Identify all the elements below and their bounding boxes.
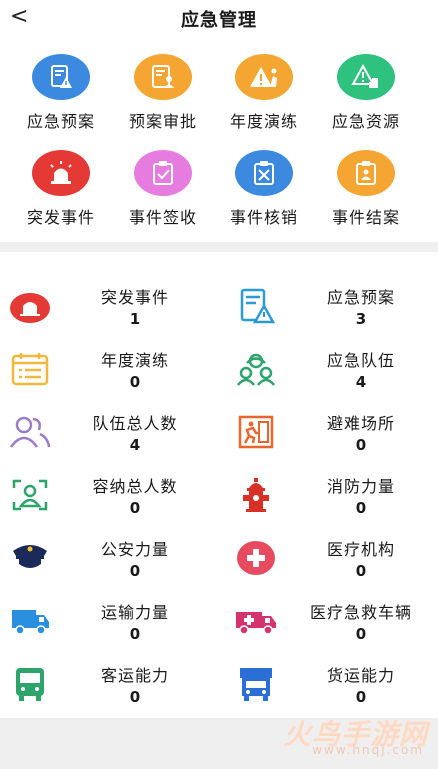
team-icon	[234, 349, 278, 389]
grid-label: 预案审批	[128, 112, 197, 131]
drill-warning-icon	[235, 54, 293, 100]
stat-label: 公安力量	[100, 540, 169, 559]
medical-cross-icon	[234, 538, 278, 578]
stat-transport-force[interactable]: 运输力量 0	[0, 595, 210, 651]
stat-value: 0	[355, 499, 367, 517]
grid-item-incident[interactable]: 突发事件	[11, 150, 111, 240]
stat-label: 消防力量	[326, 477, 395, 496]
stat-value: 0	[355, 625, 367, 643]
stat-value: 4	[355, 373, 367, 391]
stat-team-members[interactable]: 队伍总人数 4	[0, 406, 210, 462]
ambulance-icon	[234, 601, 278, 641]
stat-annual-drill[interactable]: 年度演练 0	[0, 343, 210, 399]
grid-label: 事件结案	[331, 208, 400, 227]
stat-ambulance[interactable]: 医疗急救车辆 0	[226, 595, 436, 651]
stat-value: 1	[129, 310, 141, 328]
stat-emergency-team[interactable]: 应急队伍 4	[226, 343, 436, 399]
siren-icon	[8, 286, 52, 326]
stat-value: 0	[355, 436, 367, 454]
stat-value: 0	[355, 688, 367, 706]
stat-capacity[interactable]: 容纳总人数 0	[0, 469, 210, 525]
stat-freight-capacity[interactable]: 货运能力 0	[226, 658, 436, 714]
transport-truck-icon	[8, 601, 52, 641]
approval-doc-icon	[134, 54, 192, 100]
nav-bar: < 应急管理	[0, 0, 438, 34]
shelter-exit-icon	[234, 412, 278, 452]
stats-panel: 突发事件 1 应急预案 3 年度演练 0 应急队伍 4 队伍总人数 4 避难场所	[0, 252, 438, 718]
watermark: 火鸟手游网 www.hnqj.com	[278, 713, 428, 759]
stat-label: 年度演练	[100, 351, 169, 370]
stat-medical-institution[interactable]: 医疗机构 0	[226, 532, 436, 588]
plan-document-icon	[234, 286, 278, 326]
stat-shelter[interactable]: 避难场所 0	[226, 406, 436, 462]
function-grid: 应急预案 预案审批 年度演练 应急资源 突发事件 事件签收 事件核销 事件结案	[0, 34, 438, 242]
stat-incident[interactable]: 突发事件 1	[0, 280, 210, 336]
grid-item-event-sign[interactable]: 事件签收	[113, 150, 213, 240]
plan-document-icon	[32, 54, 90, 100]
stat-emergency-plan[interactable]: 应急预案 3	[226, 280, 436, 336]
stat-label: 应急队伍	[326, 351, 395, 370]
grid-label: 事件签收	[128, 208, 197, 227]
grid-item-event-writeoff[interactable]: 事件核销	[214, 150, 314, 240]
stat-passenger-capacity[interactable]: 客运能力 0	[0, 658, 210, 714]
grid-item-emergency-plan[interactable]: 应急预案	[11, 54, 111, 144]
police-cap-icon	[8, 538, 52, 578]
grid-item-annual-drill[interactable]: 年度演练	[214, 54, 314, 144]
page-title: 应急管理	[181, 10, 257, 31]
freight-truck-icon	[234, 664, 278, 704]
stat-value: 0	[129, 625, 141, 643]
stat-label: 队伍总人数	[92, 414, 178, 433]
stat-label: 应急预案	[326, 288, 395, 307]
fire-hydrant-icon	[234, 475, 278, 515]
grid-item-emergency-resource[interactable]: 应急资源	[316, 54, 416, 144]
stat-value: 0	[129, 373, 141, 391]
stat-police-force[interactable]: 公安力量 0	[0, 532, 210, 588]
cancel-clipboard-icon	[235, 150, 293, 196]
stat-label: 避难场所	[326, 414, 395, 433]
stat-value: 0	[129, 688, 141, 706]
stat-value: 3	[355, 310, 367, 328]
stat-label: 容纳总人数	[92, 477, 178, 496]
sign-clipboard-icon	[134, 150, 192, 196]
stat-label: 突发事件	[100, 288, 169, 307]
stat-label: 货运能力	[326, 666, 395, 685]
stat-label: 运输力量	[100, 603, 169, 622]
stat-label: 客运能力	[100, 666, 169, 685]
stat-value: 4	[129, 436, 141, 454]
grid-label: 应急资源	[331, 112, 400, 131]
calendar-list-icon	[8, 349, 52, 389]
resource-warning-icon	[337, 54, 395, 100]
grid-label: 应急预案	[26, 112, 95, 131]
capacity-person-icon	[8, 475, 52, 515]
bus-icon	[8, 664, 52, 704]
stat-value: 0	[129, 562, 141, 580]
stat-label: 医疗急救车辆	[309, 603, 412, 622]
watermark-url: www.hnqj.com	[312, 743, 424, 757]
grid-label: 事件核销	[229, 208, 298, 227]
stat-value: 0	[129, 499, 141, 517]
stat-value: 0	[355, 562, 367, 580]
grid-label: 年度演练	[229, 112, 298, 131]
grid-item-plan-approval[interactable]: 预案审批	[113, 54, 213, 144]
people-icon	[8, 412, 52, 452]
grid-label: 突发事件	[26, 208, 95, 227]
stat-fire-force[interactable]: 消防力量 0	[226, 469, 436, 525]
stat-label: 医疗机构	[326, 540, 395, 559]
grid-item-event-close[interactable]: 事件结案	[316, 150, 416, 240]
close-case-clipboard-icon	[337, 150, 395, 196]
siren-icon	[32, 150, 90, 196]
